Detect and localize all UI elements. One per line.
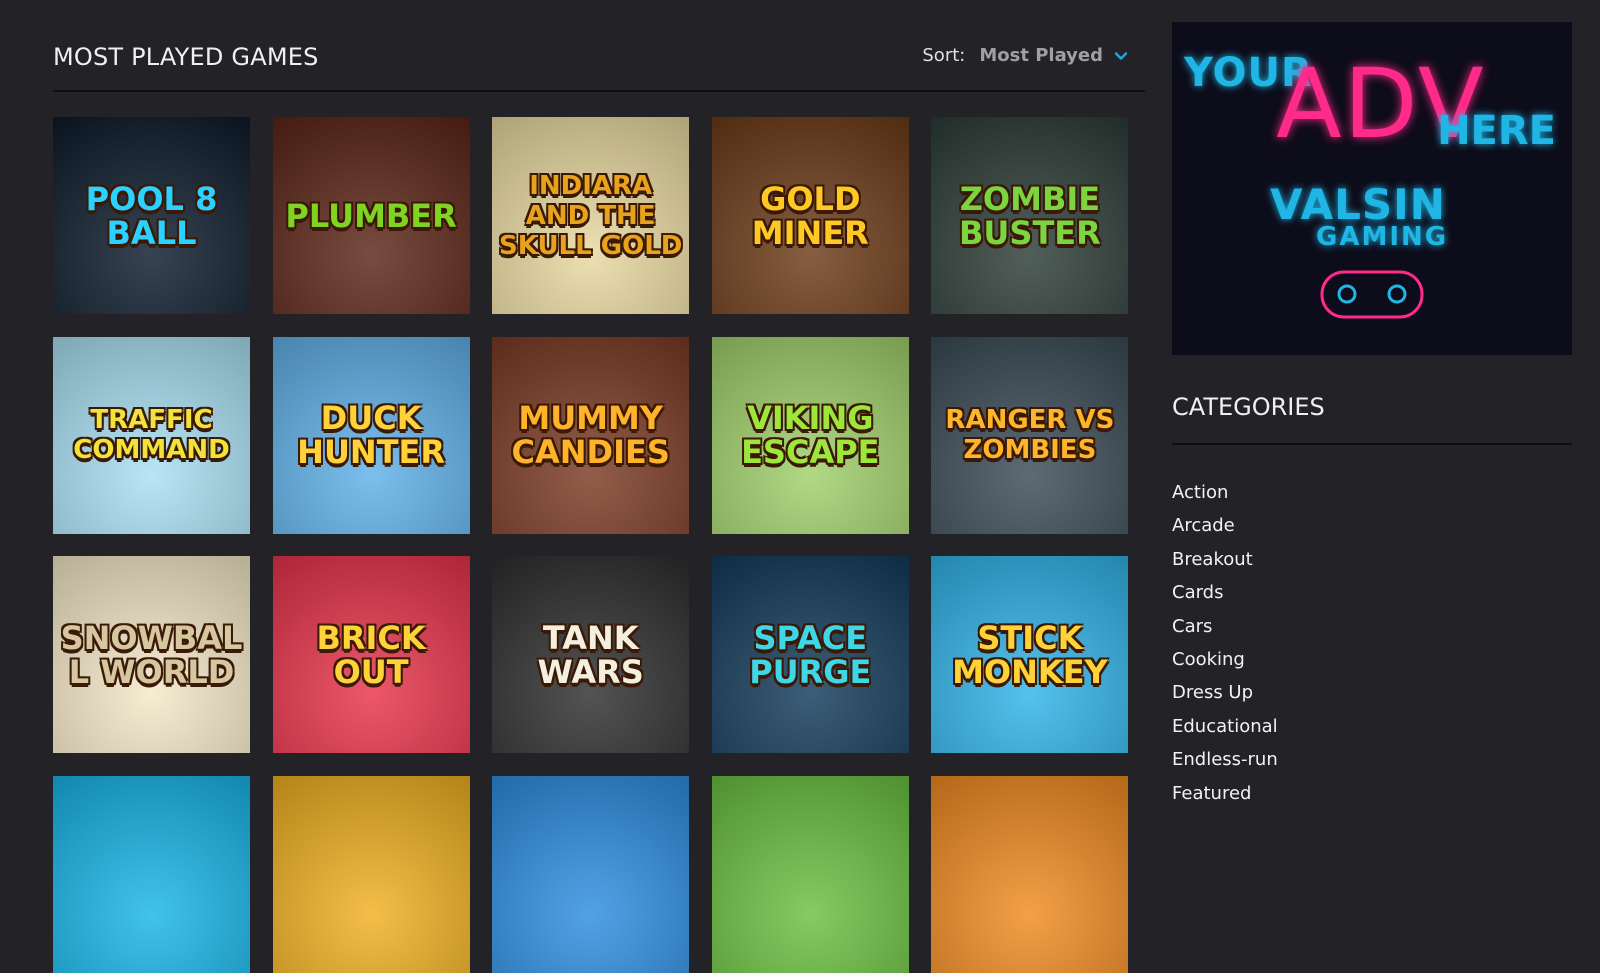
game-title: BRICK OUT <box>316 618 426 691</box>
game-title: STICK MONKEY <box>952 618 1108 691</box>
game-tile[interactable]: SPACE PURGE <box>711 556 909 753</box>
game-tile[interactable] <box>53 775 250 973</box>
section-header: MOST PLAYED GAMES Sort: Most Played <box>53 38 1145 92</box>
game-title: VIKING ESCAPE <box>741 399 880 471</box>
game-thumbnail <box>53 775 250 973</box>
game-title: ZOMBIE BUSTER <box>959 179 1101 252</box>
game-title: TRAFFIC COMMAND <box>73 405 230 465</box>
game-tile[interactable]: ZOMBIE BUSTER <box>931 117 1129 314</box>
gamepad-icon <box>1320 270 1424 319</box>
ad-brand-subtitle: GAMING <box>1316 222 1449 252</box>
advertisement-banner[interactable]: YOUR ADV HERE VALSIN GAMING <box>1172 22 1572 355</box>
game-tile[interactable]: DUCK HUNTER <box>272 336 470 534</box>
category-link[interactable]: Arcade <box>1172 515 1278 548</box>
game-tile[interactable]: INDIARA AND THE SKULL GOLD <box>492 117 690 314</box>
game-tile[interactable]: POOL 8 BALL <box>53 117 250 314</box>
category-link[interactable]: Cards <box>1172 582 1278 615</box>
category-link[interactable]: Breakout <box>1172 549 1278 582</box>
game-tile[interactable] <box>272 775 470 973</box>
game-title: DUCK HUNTER <box>297 399 446 471</box>
game-title: INDIARA AND THE SKULL GOLD <box>499 170 683 261</box>
game-title: GOLD MINER <box>751 179 869 252</box>
ad-text-here: HERE <box>1437 108 1556 154</box>
chevron-down-icon[interactable] <box>1115 50 1127 62</box>
game-tile[interactable]: TRAFFIC COMMAND <box>53 336 250 534</box>
categories-list: Action Arcade Breakout Cards Cars Cooking Dres… <box>1172 482 1278 816</box>
category-link[interactable]: Cooking <box>1172 649 1278 682</box>
category-link[interactable]: Featured <box>1172 783 1278 816</box>
page-title: MOST PLAYED GAMES <box>53 43 319 71</box>
game-title: SNOWBALL WORLD <box>60 618 243 691</box>
game-tile[interactable]: SNOWBALL WORLD <box>53 556 250 753</box>
category-link[interactable]: Cars <box>1172 616 1278 649</box>
game-tile[interactable]: MUMMY Candies <box>492 336 690 534</box>
categories-heading: CATEGORIES <box>1172 393 1572 445</box>
game-thumbnail <box>492 775 690 973</box>
game-title: RANGER VS ZOMBIES <box>945 405 1115 465</box>
game-tile[interactable]: PLUMBER <box>272 117 470 314</box>
game-tile[interactable]: RANGER VS ZOMBIES <box>931 336 1129 534</box>
sort-label: Sort: <box>922 45 966 66</box>
game-tile[interactable] <box>931 775 1129 973</box>
game-thumbnail <box>711 775 909 973</box>
game-tile[interactable]: STICK MONKEY <box>931 556 1129 753</box>
sort-dropdown[interactable]: Most Played <box>979 45 1103 66</box>
category-link[interactable]: Dress Up <box>1172 682 1278 715</box>
game-tile[interactable]: GOLD MINER <box>711 117 909 314</box>
game-thumbnail <box>931 775 1129 973</box>
game-tile[interactable] <box>711 775 909 973</box>
main-content: MOST PLAYED GAMES Sort: Most Played POOL… <box>53 0 1145 973</box>
category-link[interactable]: Endless-run <box>1172 749 1278 782</box>
game-title: MUMMY Candies <box>511 399 670 471</box>
game-title: POOL 8 BALL <box>85 179 218 252</box>
game-tile[interactable] <box>492 775 690 973</box>
game-tile[interactable]: VIKING ESCAPE <box>711 336 909 534</box>
game-title: TANK WARS <box>537 618 644 691</box>
category-link[interactable]: Educational <box>1172 716 1278 749</box>
game-tile[interactable]: TANK WARS <box>492 556 690 753</box>
sort-control[interactable]: Sort: Most Played <box>922 45 1127 66</box>
game-tile[interactable]: BRICK OUT <box>272 556 470 753</box>
game-thumbnail <box>272 775 470 973</box>
game-title: PLUMBER <box>285 196 457 235</box>
game-title: SPACE PURGE <box>749 618 872 691</box>
category-link[interactable]: Action <box>1172 482 1278 515</box>
